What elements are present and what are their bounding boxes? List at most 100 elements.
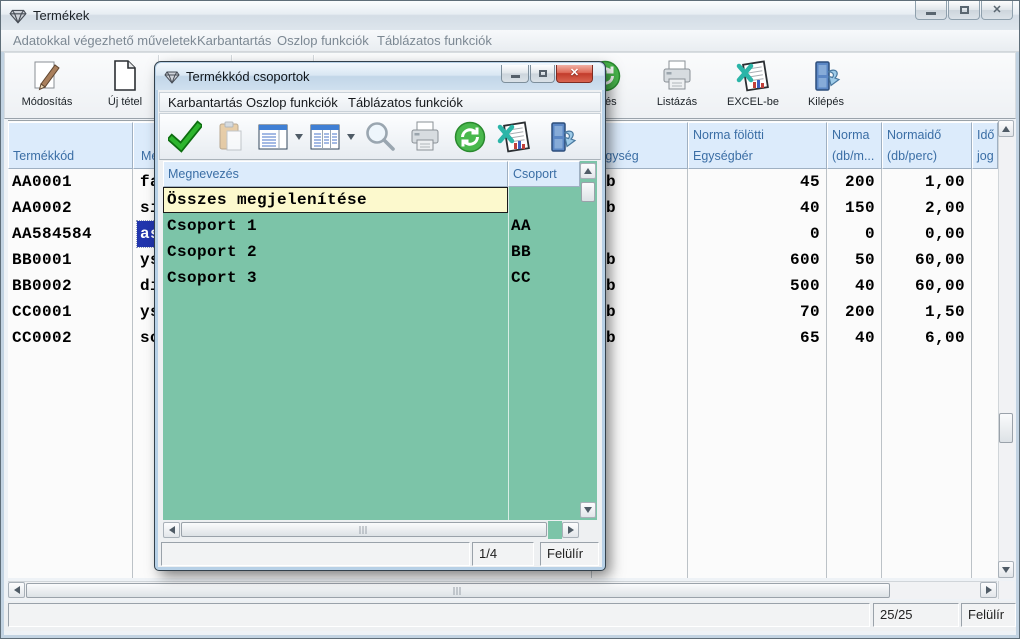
cell-termekkod: BB0002 (12, 273, 130, 299)
list-item[interactable]: Csoport 2BB (163, 239, 580, 265)
cell-termekkod: CC0001 (12, 299, 130, 325)
group-table: Megnevezés Csoport Összes megjelenítéseC… (163, 161, 580, 520)
horizontal-scroll-thumb[interactable] (26, 583, 890, 598)
cell-norma: 150 (827, 195, 875, 221)
cell-termekkod: BB0001 (12, 247, 130, 273)
cell-egyseg: db (596, 169, 656, 195)
printer-icon[interactable] (408, 120, 442, 154)
dialog-scroll-left-button[interactable] (163, 522, 180, 538)
dialog-menu-tablazatos[interactable]: Táblázatos funkciók (348, 95, 463, 110)
maximize-button[interactable] (948, 1, 980, 20)
select-check-icon[interactable] (168, 120, 202, 154)
cell-egysegber: 0 (687, 221, 820, 247)
cell-egysegber: 600 (687, 247, 820, 273)
cell-termekkod: CC0002 (12, 325, 130, 351)
dialog-record-counter: 1/4 (472, 542, 534, 566)
main-window: Termékek ✕ Adatokkal végezhető műveletek… (0, 0, 1020, 639)
new-item-button[interactable]: Új tétel (93, 55, 157, 117)
dialog-scroll-down-button[interactable] (580, 502, 596, 518)
status-message-field (8, 603, 870, 627)
dialog-title: Termékkód csoportok (186, 69, 310, 84)
dialog-status-bar: 1/4 Felülír (158, 541, 602, 567)
dialog-toolbar (159, 113, 601, 160)
group-column-header-csoport[interactable]: Csoport (508, 161, 580, 187)
paste-icon[interactable] (214, 120, 248, 154)
column-header-termekkod[interactable]: Termékkód (8, 122, 133, 169)
dialog-diamond-icon (164, 69, 180, 85)
dialog-menu-oszlop[interactable]: Oszlop funkciók (246, 95, 338, 110)
dialog-scroll-up-button[interactable] (580, 163, 596, 179)
dialog-horizontal-scroll-thumb[interactable] (181, 522, 547, 537)
cell-egysegber: 40 (687, 195, 820, 221)
app-diamond-icon (9, 7, 27, 25)
cell-termekkod: AA0001 (12, 169, 130, 195)
cell-normaido: 2,00 (882, 195, 965, 221)
cell-egyseg: db (596, 273, 656, 299)
cell-egysegber: 500 (687, 273, 820, 299)
search-icon[interactable] (363, 120, 397, 154)
scroll-right-button[interactable] (980, 582, 997, 598)
dialog-close-button[interactable]: ✕ (556, 65, 593, 83)
scroll-up-button[interactable] (998, 120, 1014, 137)
vertical-scroll-thumb[interactable] (999, 413, 1013, 443)
modify-button[interactable]: Módosítás (11, 55, 83, 117)
grid-view-icon[interactable] (308, 120, 342, 154)
main-title-bar[interactable]: Termékek ✕ (1, 1, 1019, 30)
close-button[interactable]: ✕ (981, 1, 1013, 20)
cell-normaido: 0,00 (882, 221, 965, 247)
list-item[interactable]: Összes megjelenítése (163, 187, 580, 213)
dialog-horizontal-scrollbar[interactable] (163, 521, 580, 539)
menu-item-oszlop[interactable]: Oszlop funkciók (277, 33, 369, 48)
vertical-scrollbar[interactable] (998, 120, 1014, 578)
scroll-down-button[interactable] (998, 561, 1014, 578)
column-header-idober[interactable]: Idő jog (972, 122, 998, 169)
column-header-egyseg[interactable]: Egység (592, 122, 688, 169)
list-item[interactable]: Csoport 1AA (163, 213, 580, 239)
menu-item-karbantartas[interactable]: Karbantartás (197, 33, 271, 48)
column-header-egysegber[interactable]: Norma fölötti Egységbér (688, 122, 827, 169)
form-view-icon[interactable] (256, 120, 290, 154)
group-column-header-megnevezes[interactable]: Megnevezés (163, 161, 508, 187)
thumb-grip (454, 587, 463, 595)
grid-view-dropdown-arrow[interactable] (347, 134, 355, 140)
cell-csoport: BB (511, 239, 577, 265)
horizontal-scrollbar[interactable] (8, 581, 997, 599)
refresh-icon[interactable] (453, 120, 487, 154)
dialog-title-bar[interactable]: Termékkód csoportok ✕ (156, 63, 604, 90)
exit-button[interactable]: Kilépés (791, 55, 861, 117)
new-item-icon (108, 59, 142, 93)
form-view-dropdown-arrow[interactable] (295, 134, 303, 140)
list-button[interactable]: Listázás (639, 55, 715, 117)
cell-megnevezes: Csoport 1 (167, 213, 505, 239)
column-header-norma[interactable]: Norma (db/m... (827, 122, 882, 169)
excel-icon (736, 59, 770, 93)
menu-item-tablazatos[interactable]: Táblázatos funkciók (377, 33, 492, 48)
toolbar-label: Listázás (639, 96, 715, 108)
excel-export-button[interactable]: EXCEL-be (717, 55, 789, 117)
dialog-maximize-button[interactable] (530, 65, 555, 83)
cell-csoport: AA (511, 213, 577, 239)
edit-icon (30, 59, 64, 93)
scroll-left-button[interactable] (8, 582, 25, 598)
list-item[interactable]: Csoport 3CC (163, 265, 580, 291)
menu-item-muveletek[interactable]: Adatokkal végezhető műveletek (13, 33, 197, 48)
cell-termekkod: AA584584 (12, 221, 130, 247)
cell-egysegber: 65 (687, 325, 820, 351)
dialog-scroll-right-button[interactable] (562, 522, 579, 538)
dialog-status-message-field (161, 542, 470, 566)
cell-norma: 40 (827, 325, 875, 351)
cell-csoport (511, 187, 577, 213)
exit-door-icon[interactable] (545, 120, 579, 154)
dialog-vertical-scrollbar[interactable] (580, 161, 597, 520)
cell-egysegber: 45 (687, 169, 820, 195)
cell-normaido: 6,00 (882, 325, 965, 351)
minimize-button[interactable] (915, 1, 947, 20)
dialog-vertical-scroll-thumb[interactable] (581, 182, 595, 202)
main-status-bar: 25/25 Felülír (4, 601, 1016, 631)
dialog-menu-karbantartas[interactable]: Karbantartás (168, 95, 242, 110)
column-header-normaido[interactable]: Normaidő (db/perc) (882, 122, 972, 169)
excel-icon[interactable] (497, 120, 531, 154)
thumb-grip (360, 526, 369, 534)
cell-normaido: 60,00 (882, 247, 965, 273)
dialog-minimize-button[interactable] (501, 65, 529, 83)
